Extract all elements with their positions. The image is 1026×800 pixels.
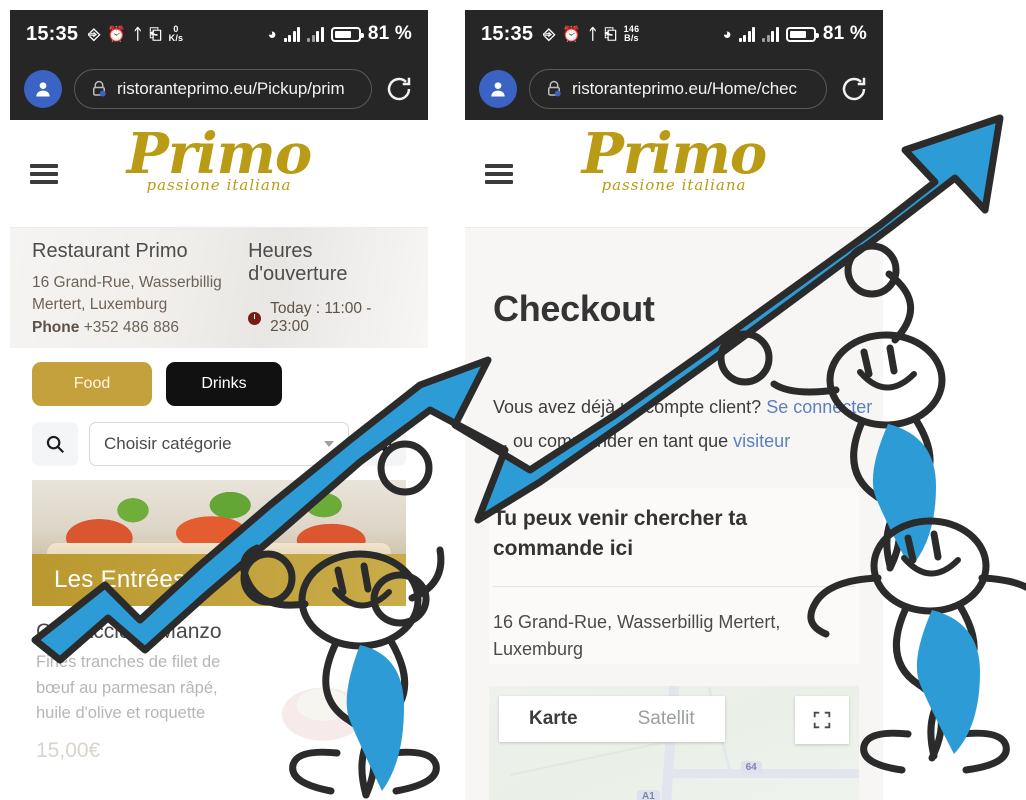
logo-wordmark: Primo <box>126 121 313 187</box>
hamburger-menu-icon[interactable] <box>485 163 513 184</box>
hamburger-menu-icon[interactable] <box>30 163 58 184</box>
bruschetta-photo: Les Entrées <box>32 480 406 606</box>
site-header-left: Primo passione italiana <box>10 120 428 228</box>
brand-logo[interactable]: Primo passione italiana <box>465 126 883 194</box>
url-text: ristoranteprimo.eu/Pickup/prim <box>117 79 345 98</box>
filter-sliders-icon[interactable] <box>360 422 406 466</box>
restaurant-info-hero: Restaurant Primo 16 Grand-Rue, Wasserbil… <box>10 228 428 348</box>
chevron-down-icon <box>324 441 334 447</box>
restaurant-address-line-2: Mertert, Luxemburg <box>32 296 168 314</box>
divider <box>493 586 855 587</box>
category-select[interactable]: Choisir catégorie <box>89 422 349 466</box>
phone-number[interactable]: +352 486 886 <box>84 319 179 336</box>
menu-filter-row: Choisir catégorie <box>10 406 428 480</box>
browser-toolbar-left: ristoranteprimo.eu/Pickup/prim <box>10 58 428 120</box>
signal-bars-icon <box>738 26 756 42</box>
map-type-tabs: Karte Satellit <box>499 695 725 742</box>
bluetooth-icon: ᛏ <box>133 25 143 43</box>
search-icon[interactable] <box>32 422 78 466</box>
dish-description: Fines tranches de filet de bœuf au parme… <box>36 653 221 723</box>
clock-icon <box>248 311 262 325</box>
tab-drinks[interactable]: Drinks <box>166 362 282 406</box>
reload-icon[interactable] <box>839 74 869 104</box>
reload-icon[interactable] <box>384 74 414 104</box>
signal-bars-icon <box>762 26 779 42</box>
phone-screenshot-right: 15:35 ⎆ ⏰ ᛏ ⎗ 146 B/s ◕ 81 % ristorantep… <box>465 10 883 800</box>
fullscreen-icon[interactable] <box>795 695 849 744</box>
profile-avatar-icon[interactable] <box>24 70 62 108</box>
map-highway-horizontal <box>666 768 859 778</box>
status-clock: 15:35 <box>26 22 79 45</box>
guest-prompt-row: ... ou commander en tant que visiteur <box>493 424 883 458</box>
network-speed-unit: B/s <box>624 33 639 43</box>
guest-prompt-text: ... ou commander en tant que <box>493 431 729 452</box>
guest-link[interactable]: visiteur <box>733 431 790 451</box>
menu-type-segmented-control: Food Drinks <box>10 348 428 406</box>
map-shield-a1: A1 <box>637 790 660 800</box>
battery-percent: 81 % <box>367 23 412 44</box>
site-info-lock-icon[interactable] <box>545 80 563 98</box>
account-prompt-block: Vous avez déjà un compte client? Se conn… <box>465 330 883 458</box>
address-bar[interactable]: ristoranteprimo.eu/Pickup/prim <box>74 69 372 109</box>
menu-section-card[interactable]: Les Entrées Carpaccio di Manzo Fines tra… <box>32 480 406 767</box>
page-title: Checkout <box>493 288 655 329</box>
dish-name[interactable]: Carpaccio di Manzo <box>32 606 406 650</box>
browser-toolbar-right: ristoranteprimo.eu/Home/chec <box>465 58 883 120</box>
restaurant-name: Restaurant Primo <box>32 240 188 262</box>
vibrate-icon: ⎗ <box>604 25 617 43</box>
login-prompt-text: Vous avez déjà un compte client? <box>493 397 762 417</box>
network-speed-indicator: 0 K/s <box>169 25 184 43</box>
login-link[interactable]: Se connecter <box>766 397 872 417</box>
status-bar-right: 15:35 ⎆ ⏰ ᛏ ⎗ 146 B/s ◕ 81 % <box>465 10 883 58</box>
network-speed-indicator: 146 B/s <box>624 25 640 43</box>
site-header-right: Primo passione italiana <box>465 120 883 228</box>
restaurant-phone-row: Phone +352 486 886 <box>32 317 238 339</box>
signal-bars-icon <box>307 26 324 42</box>
pickup-address: 16 Grand-Rue, Wasserbillig Mertert, Luxe… <box>493 612 781 660</box>
battery-icon <box>330 26 364 42</box>
profile-avatar-icon[interactable] <box>479 70 517 108</box>
nfc-icon: ⎆ <box>88 25 101 43</box>
status-clock: 15:35 <box>481 22 534 45</box>
status-bar-left: 15:35 ⎆ ⏰ ᛏ ⎗ 0 K/s ◕ 81 % <box>10 10 428 58</box>
restaurant-address-line-1: 16 Grand-Rue, Wasserbillig <box>32 274 222 291</box>
map-tab-karte[interactable]: Karte <box>499 696 608 742</box>
category-select-value: Choisir catégorie <box>104 434 232 453</box>
brand-logo[interactable]: Primo passione italiana <box>10 126 428 194</box>
site-info-lock-icon[interactable] <box>90 80 108 98</box>
battery-icon <box>785 26 819 42</box>
bluetooth-icon: ᛏ <box>588 25 598 43</box>
alarm-icon: ⏰ <box>562 25 582 43</box>
screenshot-canvas: 15:35 ⎆ ⏰ ᛏ ⎗ 0 K/s ◕ 81 % ristorantepri… <box>0 0 1026 800</box>
map-shield-64: 64 <box>740 761 762 775</box>
wifi-icon: ◕ <box>267 25 277 43</box>
alarm-icon: ⏰ <box>107 25 127 43</box>
network-speed-unit: K/s <box>168 33 184 43</box>
address-bar[interactable]: ristoranteprimo.eu/Home/chec <box>529 69 827 109</box>
battery-percent: 81 % <box>822 23 867 44</box>
pickup-heading: Tu peux venir chercher ta commande ici <box>493 507 748 561</box>
phone-screenshot-left: 15:35 ⎆ ⏰ ᛏ ⎗ 0 K/s ◕ 81 % ristorantepri… <box>10 10 428 800</box>
pickup-location-card: Tu peux venir chercher ta commande ici 1… <box>489 488 859 664</box>
opening-hours-title: Heures d'ouverture <box>248 240 348 285</box>
nfc-icon: ⎆ <box>543 25 556 43</box>
menu-section-banner-label: Les Entrées <box>32 554 406 606</box>
opening-hours-value: Today : 11:00 - 23:00 <box>270 300 372 335</box>
phone-label: Phone <box>32 318 80 336</box>
signal-bars-icon <box>283 26 301 42</box>
pickup-map[interactable]: A1 64 MESENICH Total Karte Satellit <box>489 685 859 800</box>
logo-wordmark: Primo <box>581 121 768 187</box>
wifi-icon: ◕ <box>722 25 732 43</box>
logo-tagline: passione italiana <box>146 176 292 194</box>
tab-food[interactable]: Food <box>32 362 152 406</box>
vibrate-icon: ⎗ <box>149 25 162 43</box>
login-prompt-row: Vous avez déjà un compte client? Se conn… <box>493 390 883 424</box>
checkout-page: Checkout Vous avez déjà un compte client… <box>465 228 883 800</box>
logo-tagline: passione italiana <box>601 176 747 194</box>
dish-thumbnail <box>248 646 398 767</box>
url-text: ristoranteprimo.eu/Home/chec <box>572 79 797 98</box>
map-tab-satellit[interactable]: Satellit <box>608 696 725 742</box>
